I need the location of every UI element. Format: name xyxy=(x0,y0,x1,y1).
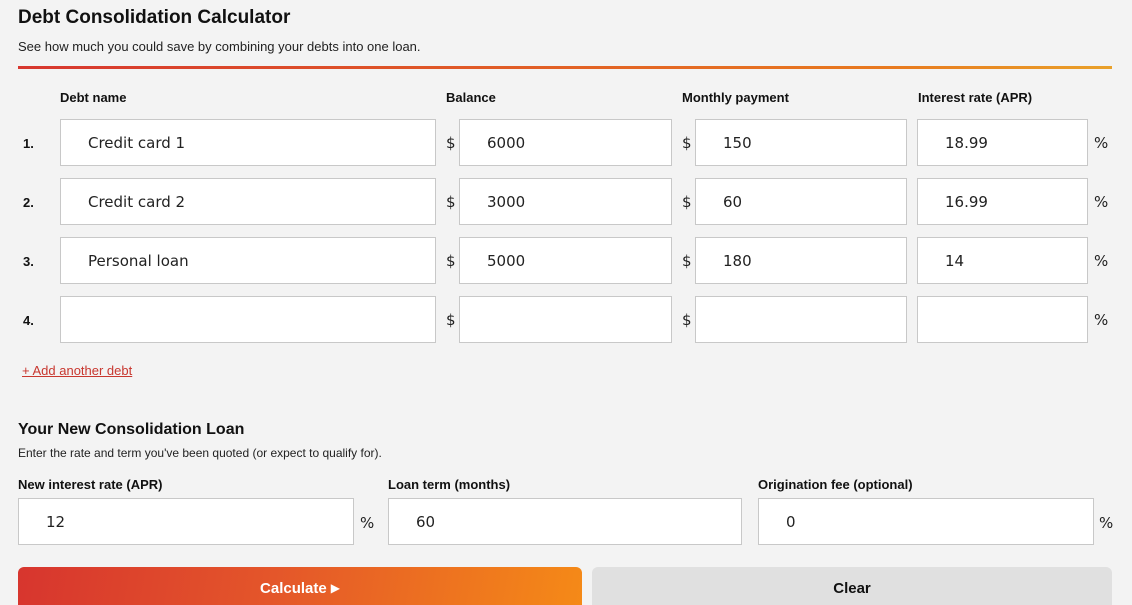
monthly-payment-input[interactable]: 180 xyxy=(695,237,907,284)
column-header-monthly-payment: Monthly payment xyxy=(682,90,789,105)
new-loan-title: Your New Consolidation Loan xyxy=(18,421,245,438)
monthly-payment-input[interactable]: 60 xyxy=(695,178,907,225)
new-rate-input[interactable]: 12 xyxy=(18,498,354,545)
calculate-button[interactable]: Calculate ▶ xyxy=(18,567,582,605)
currency-symbol: $ xyxy=(682,252,692,270)
currency-symbol: $ xyxy=(446,311,456,329)
percent-symbol: % xyxy=(360,514,375,532)
debt-name-input[interactable]: Personal loan xyxy=(60,237,436,284)
interest-rate-input[interactable]: 18.99 xyxy=(917,119,1088,166)
row-number: 4. xyxy=(23,313,34,328)
balance-input[interactable]: 6000 xyxy=(459,119,672,166)
currency-symbol: $ xyxy=(682,311,692,329)
column-header-interest-rate: Interest rate (APR) xyxy=(918,90,1033,105)
currency-symbol: $ xyxy=(682,193,692,211)
currency-symbol: $ xyxy=(446,193,456,211)
debt-name-input[interactable] xyxy=(60,296,436,343)
interest-rate-input[interactable] xyxy=(917,296,1088,343)
clear-button[interactable]: Clear xyxy=(592,567,1112,605)
origination-fee-label: Origination fee (optional) xyxy=(758,477,913,492)
percent-symbol: % xyxy=(1099,514,1114,532)
column-header-debt-name: Debt name xyxy=(60,90,127,105)
debt-name-input[interactable]: Credit card 2 xyxy=(60,178,436,225)
play-arrow-icon: ▶ xyxy=(330,581,340,595)
new-rate-label: New interest rate (APR) xyxy=(18,477,163,492)
currency-symbol: $ xyxy=(446,134,456,152)
clear-label: Clear xyxy=(833,579,871,597)
percent-symbol: % xyxy=(1094,134,1109,152)
add-debt-link[interactable]: + Add another debt xyxy=(22,363,132,378)
new-loan-subtitle: Enter the rate and term you've been quot… xyxy=(18,446,382,460)
row-number: 3. xyxy=(23,254,34,269)
row-number: 2. xyxy=(23,195,34,210)
page-subtitle: See how much you could save by combining… xyxy=(18,39,421,54)
loan-term-input[interactable]: 60 xyxy=(388,498,742,545)
percent-symbol: % xyxy=(1094,193,1109,211)
currency-symbol: $ xyxy=(682,134,692,152)
percent-symbol: % xyxy=(1094,311,1109,329)
percent-symbol: % xyxy=(1094,252,1109,270)
balance-input[interactable]: 5000 xyxy=(459,237,672,284)
currency-symbol: $ xyxy=(446,252,456,270)
monthly-payment-input[interactable] xyxy=(695,296,907,343)
interest-rate-input[interactable]: 16.99 xyxy=(917,178,1088,225)
origination-fee-input[interactable]: 0 xyxy=(758,498,1094,545)
interest-rate-input[interactable]: 14 xyxy=(917,237,1088,284)
balance-input[interactable] xyxy=(459,296,672,343)
balance-input[interactable]: 3000 xyxy=(459,178,672,225)
column-header-balance: Balance xyxy=(446,90,496,105)
debt-name-input[interactable]: Credit card 1 xyxy=(60,119,436,166)
loan-term-label: Loan term (months) xyxy=(388,477,511,492)
calculate-label: Calculate xyxy=(260,579,327,597)
row-number: 1. xyxy=(23,136,34,151)
monthly-payment-input[interactable]: 150 xyxy=(695,119,907,166)
header-divider xyxy=(18,66,1112,69)
page-title: Debt Consolidation Calculator xyxy=(18,7,291,28)
